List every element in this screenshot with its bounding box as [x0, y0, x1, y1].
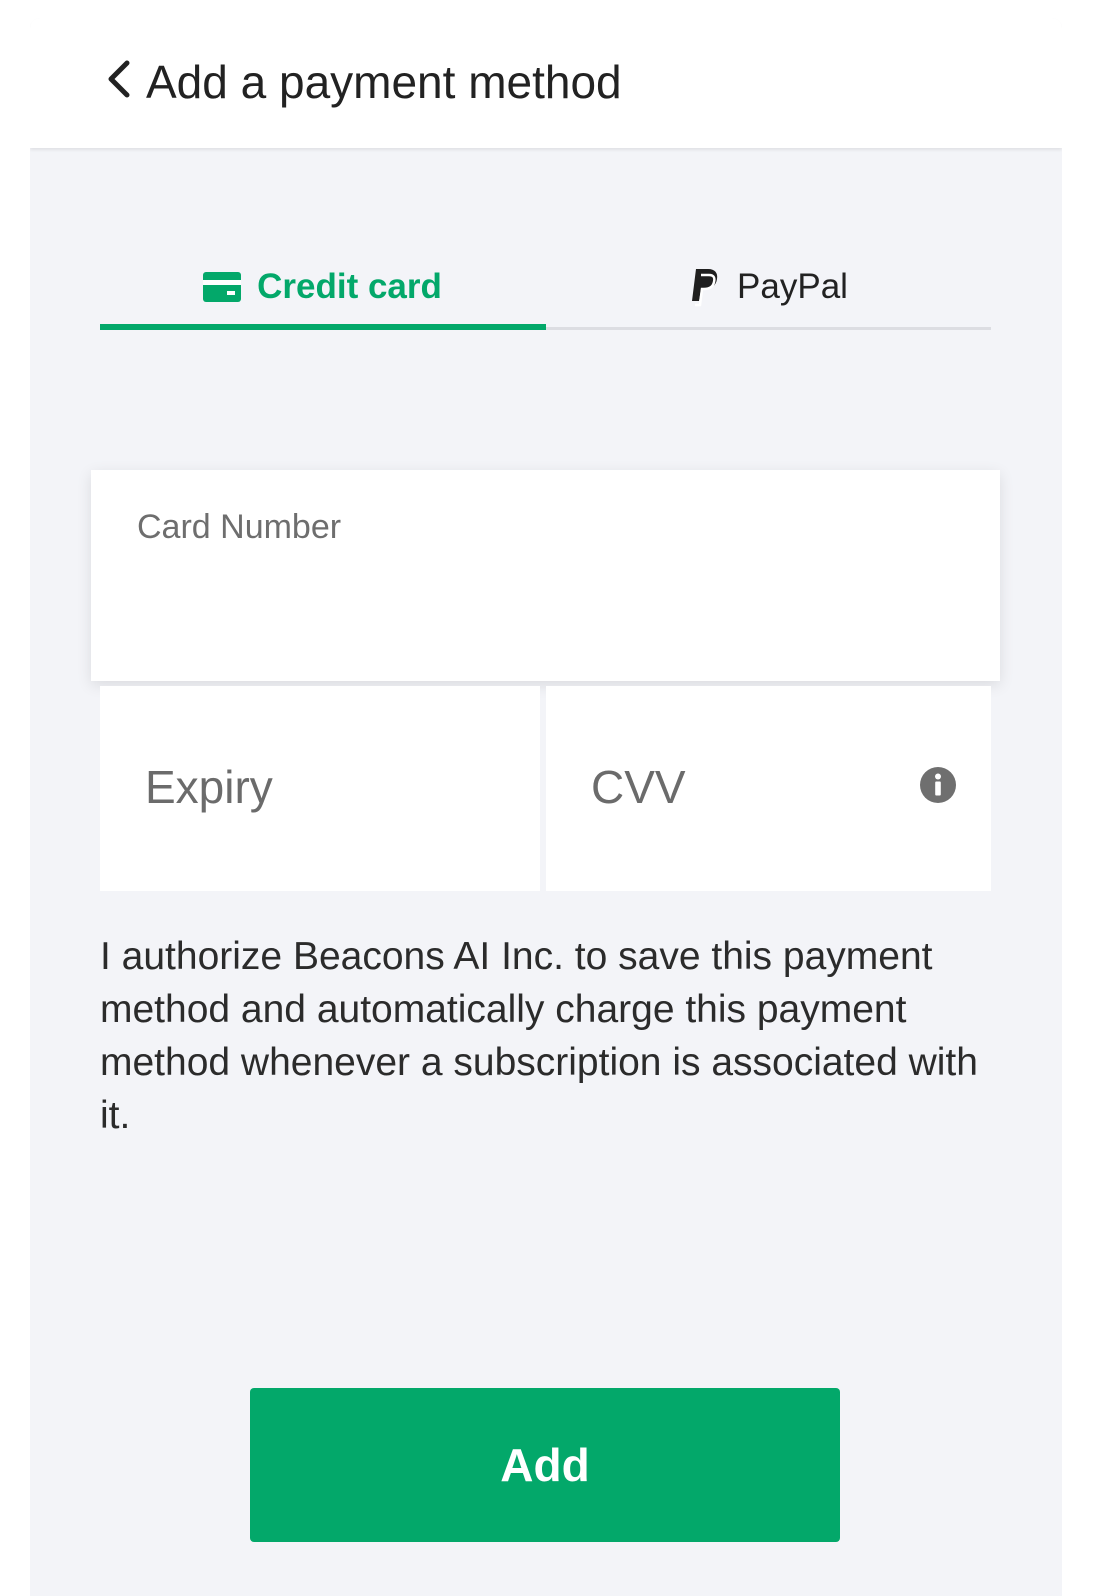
cvv-field[interactable]: CVV [546, 686, 991, 891]
card-number-field[interactable]: Card Number [91, 470, 1000, 681]
tab-paypal[interactable]: PayPal [546, 243, 991, 330]
header-bar: Add a payment method [30, 18, 1062, 148]
chevron-left-icon [108, 60, 130, 98]
card-number-input[interactable] [137, 580, 957, 640]
card-number-label: Card Number [137, 508, 342, 546]
info-icon[interactable] [919, 766, 957, 804]
active-tab-indicator [100, 324, 546, 330]
paypal-icon [692, 268, 718, 306]
add-button[interactable]: Add [250, 1388, 840, 1542]
authorization-text: I authorize Beacons AI Inc. to save this… [100, 935, 978, 1137]
expiry-placeholder: Expiry [145, 761, 273, 813]
tab-paypal-label: PayPal [737, 266, 848, 306]
tab-credit-card-label: Credit card [257, 266, 442, 306]
back-button[interactable] [96, 56, 142, 102]
credit-card-icon [203, 271, 242, 302]
tab-credit-card[interactable]: Credit card [100, 243, 545, 330]
page-title: Add a payment method [146, 56, 622, 108]
cvv-placeholder: CVV [591, 761, 686, 813]
payment-method-tabs: Credit card PayPal [100, 243, 991, 333]
payment-sheet: Add a payment method Credit card PayPal … [30, 18, 1062, 1596]
expiry-field[interactable]: Expiry [100, 686, 540, 891]
